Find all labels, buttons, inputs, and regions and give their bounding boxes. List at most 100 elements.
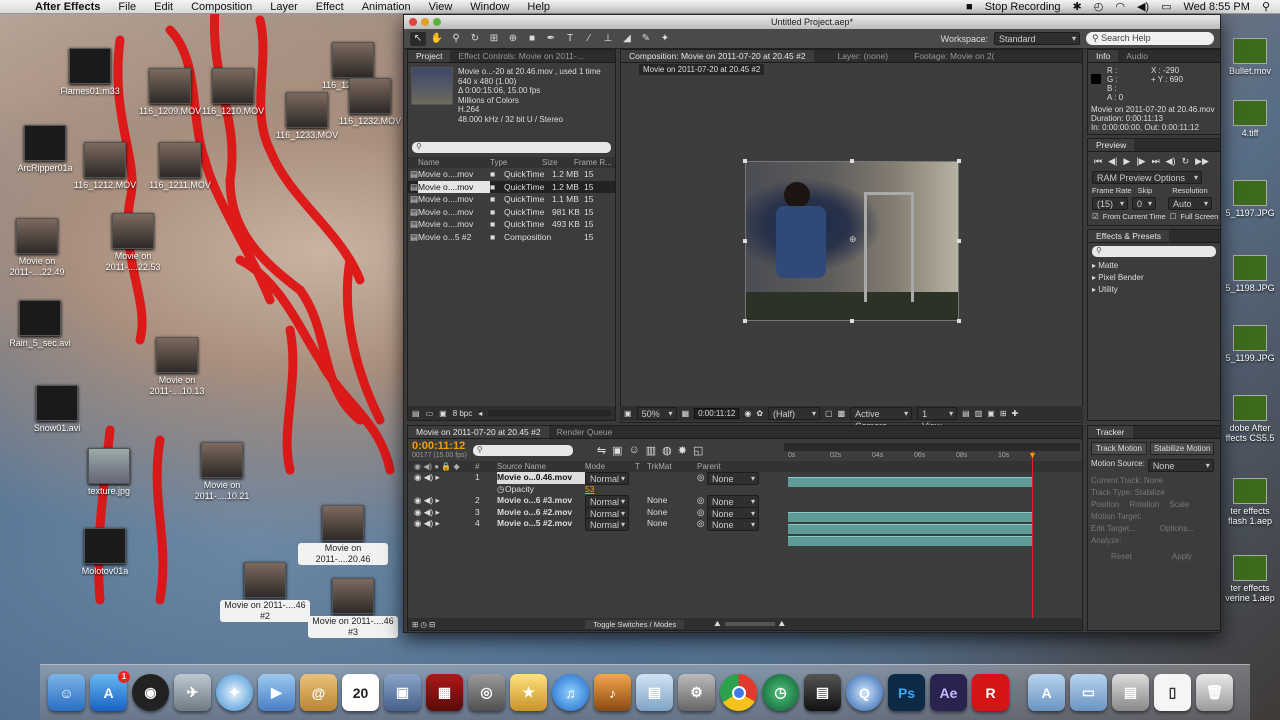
av-switches-icon[interactable]: ◉ ◀) ▸ (408, 472, 475, 484)
effects-item-matte[interactable]: ▸ Matte (1092, 260, 1220, 272)
chrome-icon[interactable] (720, 674, 757, 711)
fast-previews-icon[interactable]: ▥ (975, 409, 983, 418)
layer-t-toggle[interactable] (635, 507, 647, 519)
parent-pickwhip-icon[interactable]: ◎ (697, 495, 707, 507)
layer-bar[interactable] (788, 477, 1032, 487)
timeline-toggle-icon[interactable]: ▣ (987, 409, 995, 418)
volume-icon[interactable]: ◀) (1137, 0, 1149, 13)
desktop-file-icon[interactable]: 116_1232.MOV (325, 78, 415, 127)
layer-handle[interactable] (743, 239, 747, 243)
motion-source-dropdown[interactable]: None (1147, 459, 1214, 472)
play-icon[interactable]: ▶ (1123, 156, 1130, 167)
playhead-icon[interactable]: ▼ (1028, 450, 1037, 460)
layer-trkmat[interactable] (647, 472, 693, 484)
layer-handle[interactable] (957, 239, 961, 243)
new-comp-icon[interactable]: ▣ (439, 409, 447, 418)
safe-zones-icon[interactable]: ▦ (682, 409, 690, 418)
magnification-dropdown[interactable]: 50% (636, 407, 677, 420)
timeline-zoom-slider[interactable] (724, 622, 775, 626)
rectangle-tool-icon[interactable]: ■ (524, 32, 540, 46)
tab-tracker[interactable]: Tracker (1088, 426, 1133, 438)
effects-item-pixel-bender[interactable]: ▸ Pixel Bender (1092, 272, 1220, 284)
desktop-file-icon[interactable]: Flames01.m33 (45, 48, 135, 97)
tab-effects-presets[interactable]: Effects & Presets (1088, 230, 1170, 242)
tab-composition[interactable]: Composition: Movie on 2011-07-20 at 20.4… (621, 50, 814, 62)
layer-handle[interactable] (957, 319, 961, 323)
project-search-input[interactable]: ⚲ (412, 142, 611, 153)
layer-trkmat[interactable]: None (647, 518, 693, 530)
workspace-dropdown[interactable]: Standard (994, 32, 1080, 45)
layer-handle[interactable] (850, 159, 854, 163)
quicktime-icon[interactable]: Q (846, 674, 883, 711)
stop-recording-label[interactable]: Stop Recording (985, 1, 1061, 13)
track-motion-button[interactable]: Track Motion (1091, 442, 1147, 455)
effects-item-utility[interactable]: ▸ Utility (1092, 284, 1220, 296)
resolution-preview-dropdown[interactable]: Auto (1168, 197, 1212, 210)
battery-icon[interactable]: ▭ (1161, 0, 1171, 13)
layer-t-toggle[interactable] (635, 495, 647, 507)
itunes-icon[interactable]: ♫ (552, 674, 589, 711)
search-help-input[interactable]: ⚲ Search Help (1086, 32, 1214, 45)
safari-icon[interactable]: ✦ (216, 674, 253, 711)
toggle-pixel-icon[interactable]: ▤ (962, 409, 970, 418)
first-frame-icon[interactable]: ⏮ (1094, 156, 1102, 167)
desktop-file-icon[interactable]: Movie on 2011-....10.21 (177, 442, 267, 502)
toggle-switches-modes-button[interactable]: Toggle Switches / Modes (585, 619, 685, 629)
layer-handle[interactable] (743, 159, 747, 163)
comp-viewer[interactable]: ⊕ (621, 113, 1082, 413)
ical-icon[interactable]: 20 (342, 674, 379, 711)
layer-bar[interactable] (788, 512, 1032, 522)
rotate-tool-icon[interactable]: ↻ (467, 32, 483, 46)
eraser-tool-icon[interactable]: ◢ (619, 32, 635, 46)
av-switches-icon[interactable]: ◉ ◀) ● 🔒 ◆ (408, 461, 475, 472)
motion-blur-icon[interactable]: ◍ (662, 444, 672, 457)
col-trkmat[interactable]: TrkMat (647, 461, 697, 472)
bit-depth[interactable]: 8 bpc (453, 409, 473, 418)
view-layout-dropdown[interactable]: 1 View (917, 407, 958, 431)
time-machine-icon[interactable]: ◷ (762, 674, 799, 711)
facetime-icon[interactable]: ▶ (258, 674, 295, 711)
desktop-file-icon[interactable]: ter effects verine 1.aep (1220, 555, 1280, 603)
bluetooth-icon[interactable]: ✱ (1073, 0, 1082, 13)
interpret-footage-icon[interactable]: ▤ (412, 409, 420, 418)
draft-3d-icon[interactable]: ▣ (612, 444, 622, 457)
desktop-file-icon[interactable]: Movie on 2011-....46 #3 (308, 578, 398, 638)
zoom-tool-icon[interactable]: ⚲ (448, 32, 464, 46)
current-time-display[interactable]: 0:00:11:12 (694, 408, 740, 419)
camera-tool-icon[interactable]: ⊞ (486, 32, 502, 46)
layer-handle[interactable] (850, 319, 854, 323)
stop-recording-icon[interactable]: ■ (966, 1, 973, 13)
opacity-value[interactable]: 53 (585, 484, 607, 496)
desktop-file-icon[interactable]: dobe After ffects CS5.5 (1220, 395, 1280, 443)
layer-parent-dropdown[interactable]: None (707, 472, 759, 485)
trash-icon[interactable]: 🗑 (1196, 674, 1233, 711)
hide-shy-layers-icon[interactable]: ☺ (629, 444, 640, 456)
timeline-timecode[interactable]: 0:00:11:12 (412, 441, 467, 452)
prev-frame-icon[interactable]: ◀| (1108, 156, 1117, 167)
menu-effect[interactable]: Effect (307, 1, 353, 13)
tab-timeline-comp[interactable]: Movie on 2011-07-20 at 20.45 #2 (408, 426, 549, 438)
graph-editor-icon[interactable]: ◱ (693, 444, 703, 457)
tab-info[interactable]: Info (1088, 50, 1119, 62)
tab-audio[interactable]: Audio (1118, 50, 1156, 62)
parent-pickwhip-icon[interactable]: ◎ (697, 472, 707, 484)
resolution-dropdown[interactable]: (Half) (768, 407, 821, 420)
applications-folder-icon[interactable]: A (1028, 674, 1065, 711)
desktop-file-icon[interactable]: 5_1197.JPG (1220, 180, 1280, 218)
clone-stamp-tool-icon[interactable]: ⊥ (600, 32, 616, 46)
desktop-file-icon[interactable]: 116_1211.MOV (135, 142, 225, 191)
av-switches-icon[interactable]: ◉ ◀) ▸ (408, 507, 475, 519)
menu-view[interactable]: View (420, 1, 462, 13)
menu-edit[interactable]: Edit (145, 1, 182, 13)
skip-dropdown[interactable]: 0 (1132, 197, 1156, 210)
menu-animation[interactable]: Animation (353, 1, 420, 13)
layer-trkmat[interactable]: None (647, 507, 693, 519)
next-frame-icon[interactable]: |▶ (1136, 156, 1145, 167)
layer-bar[interactable] (788, 524, 1032, 534)
brush-tool-icon[interactable]: ∕ (581, 32, 597, 46)
col-frame-rate[interactable]: Frame R... (574, 157, 614, 168)
desktop-file-icon[interactable]: 5_1198.JPG (1220, 255, 1280, 293)
col-size[interactable]: Size (542, 157, 574, 168)
full-screen-checkbox[interactable]: ☐ (1170, 212, 1177, 221)
transparency-grid-icon[interactable]: ▩ (838, 409, 846, 418)
